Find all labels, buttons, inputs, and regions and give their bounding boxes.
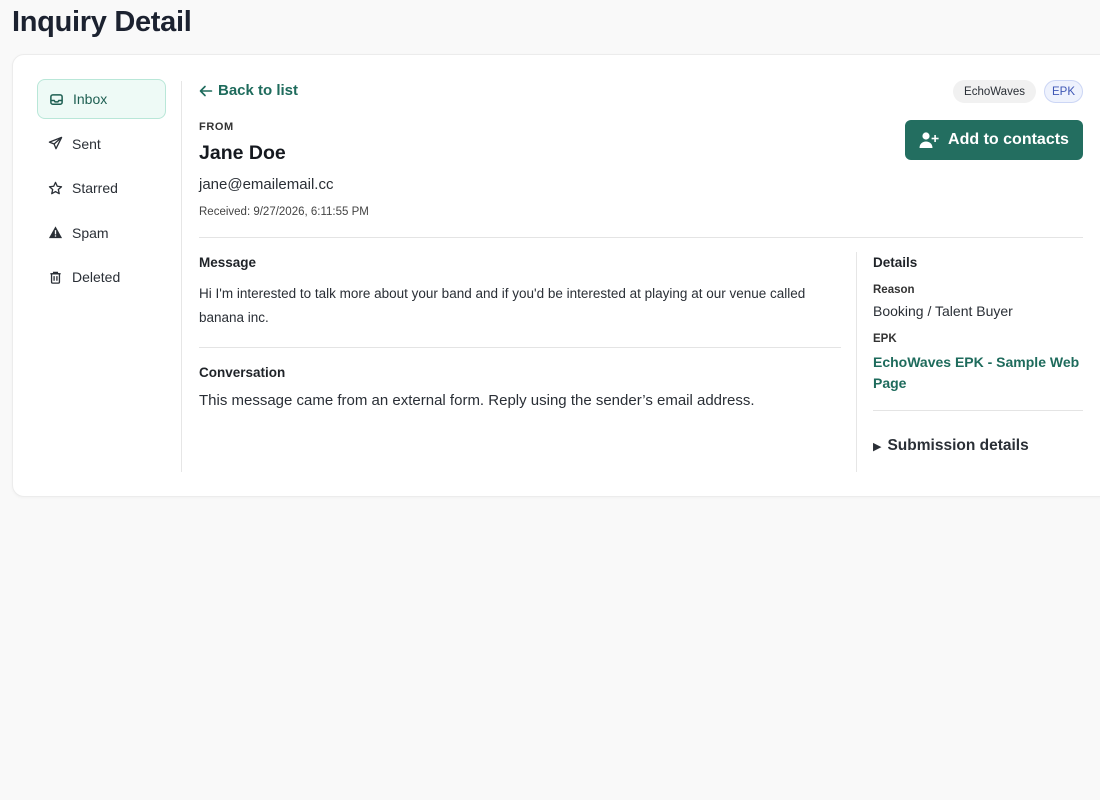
sidebar-item-label: Starred: [72, 180, 118, 196]
add-to-contacts-button[interactable]: Add to contacts: [905, 120, 1083, 160]
back-link-label: Back to list: [218, 82, 299, 99]
epk-badge: EPK: [1043, 80, 1083, 103]
sidebar-item-spam[interactable]: Spam: [37, 213, 166, 253]
band-badge: EchoWaves: [953, 80, 1036, 103]
details-inner-divider: [873, 410, 1083, 411]
message-title: Message: [199, 255, 257, 270]
submission-details-label: Submission details: [887, 437, 1029, 454]
epk-link[interactable]: EchoWaves EPK - Sample Web Page: [873, 352, 1083, 394]
send-icon: [47, 136, 63, 152]
message-body: Hi I'm interested to talk more about you…: [199, 286, 806, 325]
reason-label: Reason: [873, 284, 915, 296]
submission-details-toggle[interactable]: ▶ Submission details: [873, 437, 1083, 455]
from-label: FROM: [199, 121, 234, 133]
page-title: Inquiry Detail: [12, 6, 192, 38]
user-plus-icon: [919, 132, 939, 148]
inquiry-main: Back to list EchoWaves EPK FROM Jane Doe…: [199, 55, 1083, 495]
reason-value: Booking / Talent Buyer: [873, 303, 1013, 319]
inbox-icon: [48, 91, 64, 107]
sender-name: Jane Doe: [199, 142, 286, 164]
sidebar-item-deleted[interactable]: Deleted: [37, 257, 166, 297]
back-to-list-link[interactable]: Back to list: [199, 82, 298, 99]
sidebar-item-label: Sent: [72, 135, 101, 152]
arrow-left-icon: [199, 85, 213, 96]
star-icon: [47, 180, 63, 196]
details-divider: [856, 252, 857, 472]
conversation-body: This message came from an external form.…: [199, 392, 755, 409]
message-section: Message Hi I'm interested to talk more a…: [199, 255, 841, 330]
sidebar-item-inbox[interactable]: Inbox: [37, 79, 166, 119]
sidebar-item-label: Deleted: [72, 269, 121, 285]
sidebar-divider: [181, 81, 182, 472]
details-panel: Details Reason Booking / Talent Buyer EP…: [873, 255, 1083, 455]
received-timestamp: Received: 9/27/2026, 6:11:55 PM: [199, 206, 369, 218]
caret-right-icon: ▶: [873, 440, 882, 453]
tag-badges: EchoWaves EPK: [953, 80, 1083, 103]
trash-icon: [47, 269, 63, 285]
add-to-contacts-label: Add to contacts: [948, 131, 1069, 148]
header-divider: [199, 237, 1083, 238]
sidebar: Inbox Sent Starred Spam Deleted: [37, 79, 167, 302]
sidebar-item-starred[interactable]: Starred: [37, 168, 166, 208]
sidebar-item-label: Inbox: [73, 91, 108, 107]
conversation-section: Conversation This message came from an e…: [199, 365, 841, 409]
epk-label: EPK: [873, 333, 897, 345]
warning-icon: [47, 225, 63, 241]
details-title: Details: [873, 255, 918, 270]
sender-email: jane@emailemail.cc: [199, 176, 334, 193]
message-divider: [199, 347, 841, 348]
sidebar-item-label: Spam: [72, 224, 109, 241]
conversation-title: Conversation: [199, 365, 286, 380]
sidebar-item-sent[interactable]: Sent: [37, 124, 166, 164]
inquiry-card: Inbox Sent Starred Spam Deleted Back to …: [12, 54, 1100, 497]
